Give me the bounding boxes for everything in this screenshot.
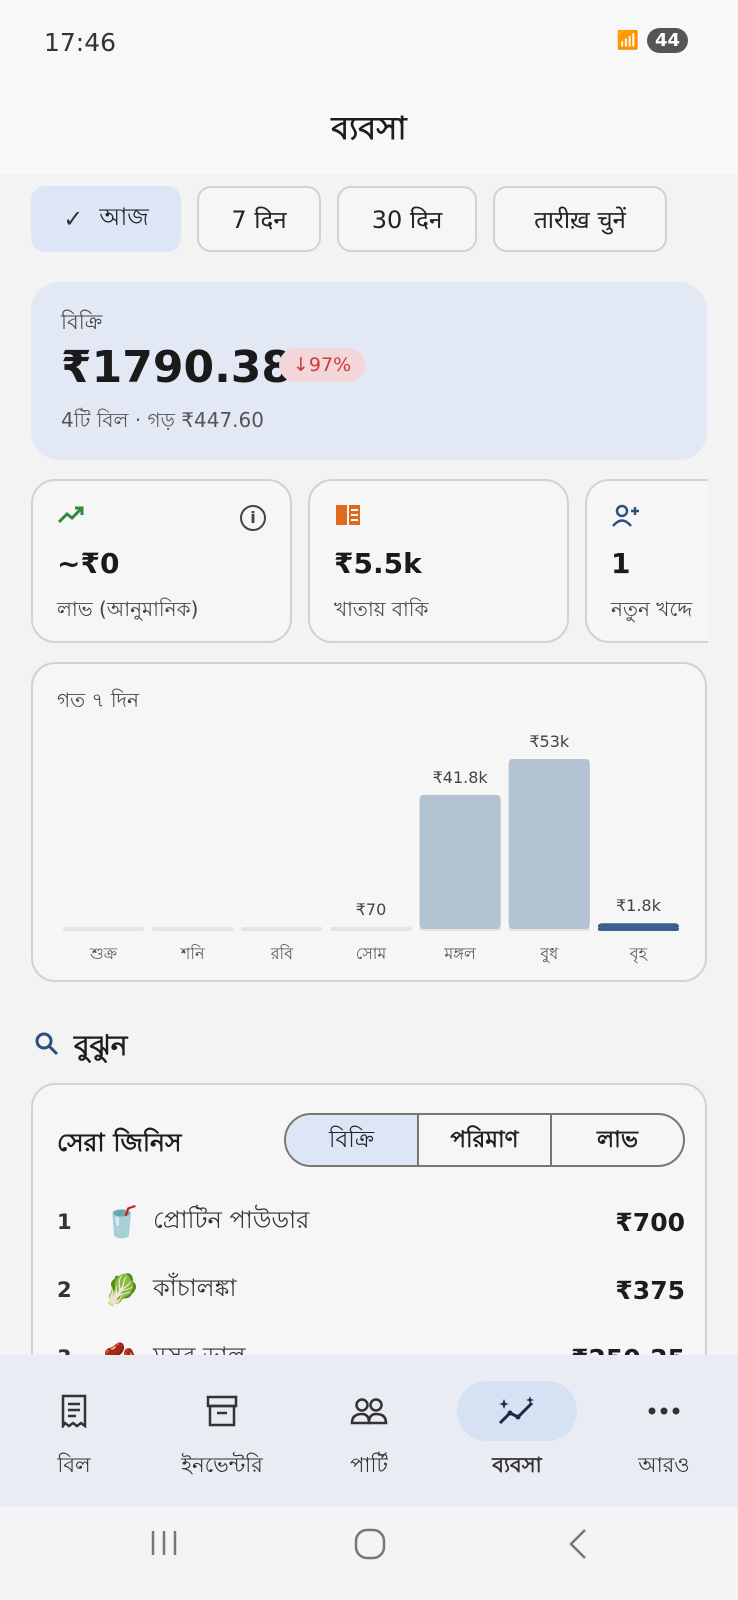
metric-card-profit[interactable]: i ~₹0 লাভ (আনুমানিক) [31, 479, 292, 643]
chart-bar[interactable] [419, 794, 501, 929]
weekly-sales-chart-card[interactable]: গত ৭ দিন শুক্র শনি রবি ₹70 সোম ₹41.8k মঙ্গল ₹53… [31, 662, 707, 982]
nav-item-business[interactable]: ব্যবসা [443, 1355, 591, 1507]
wifi-signal-icon: 📶 [616, 30, 639, 51]
metric-card-ledger-due[interactable]: ₹5.5k খাতায় বাকি [308, 479, 569, 643]
top-items-segment: বিক্রি পরিমাণ লাভ [284, 1113, 685, 1167]
metric-value: 1 [611, 547, 631, 580]
list-item[interactable]: 1 🥤 প্রোটিন পাউডার ₹700 [57, 1192, 685, 1252]
ledger-book-icon [334, 503, 362, 533]
more-dots-icon [604, 1381, 724, 1441]
filter-chip-label: আজ [99, 203, 149, 231]
filter-chip-today[interactable]: ✓ আজ [31, 186, 181, 252]
chart-data-label: ₹1.8k [616, 896, 662, 915]
sales-label: বিক্রি [61, 310, 103, 334]
list-item[interactable]: 2 🥬 কাঁচালঙ্কা ₹375 [57, 1260, 685, 1320]
metric-label: নতুন খদ্দে [611, 597, 693, 621]
segment-profit[interactable]: লাভ [552, 1115, 683, 1165]
search-icon [34, 1031, 60, 1064]
sales-summary-card[interactable]: বিক্রি ₹1790.38 ↓97% 4টি বিল · গড় ₹447.… [31, 282, 707, 460]
item-rank: 2 [57, 1278, 72, 1302]
sales-amount: ₹1790.38 [61, 342, 293, 393]
chart-baseline-0 [63, 927, 145, 931]
metric-label: লাভ (আনুমানিক) [57, 597, 199, 621]
page-title: ব্যবসা [331, 109, 407, 147]
status-icons: 📶 44 [617, 28, 688, 53]
chart-category-label: বুধ [539, 944, 559, 963]
chart-data-label: ₹53k [529, 732, 570, 751]
weekly-sales-chart: শুক্র শনি রবি ₹70 সোম ₹41.8k মঙ্গল ₹53k বুধ ₹1.8k… [63, 732, 679, 964]
item-rank: 1 [57, 1210, 72, 1234]
chart-category-label: রবি [270, 944, 294, 963]
trending-up-icon [57, 503, 85, 531]
segment-quantity[interactable]: পরিমাণ [419, 1115, 552, 1165]
item-name: কাঁচালঙ্কা [153, 1274, 237, 1302]
item-amount: ₹375 [615, 1275, 685, 1305]
chart-category-label: মঙ্গল [443, 944, 476, 963]
nav-label: আরও [638, 1453, 690, 1477]
filter-chip-label: 30 दिन [371, 205, 443, 234]
chart-baseline-2 [241, 927, 323, 931]
nav-label: ইনভেন্টরি [181, 1453, 263, 1477]
bottom-navigation: বিল ইনভেন্টরি পার্টি ব্যবসা আরও [0, 1355, 738, 1507]
info-icon[interactable]: i [240, 505, 266, 531]
people-icon [309, 1381, 429, 1441]
system-navigation-bar [0, 1507, 738, 1600]
metric-value: ₹5.5k [334, 547, 422, 580]
chart-baseline-1 [152, 927, 234, 931]
metrics-carousel[interactable]: i ~₹0 লাভ (আনুমানিক) ₹5.5k খাতায় বাকি 1… [31, 479, 708, 643]
chart-data-label: ₹41.8k [433, 768, 489, 787]
analytics-icon [457, 1381, 577, 1441]
filter-chip-7-days[interactable]: 7 दिन [197, 186, 321, 252]
check-icon: ✓ [63, 205, 84, 233]
item-name: প্রোটিন পাউডার [153, 1206, 310, 1234]
metric-value: ~₹0 [57, 547, 120, 580]
insights-title: বুঝুন [74, 1029, 128, 1062]
home-icon[interactable] [353, 1527, 387, 1570]
nav-label: ব্যবসা [492, 1453, 542, 1477]
receipt-icon [14, 1381, 134, 1441]
chart-category-label: বৃহ [629, 944, 649, 964]
nav-item-more[interactable]: আরও [590, 1355, 738, 1507]
add-person-icon [611, 503, 641, 535]
app-bar: ব্যবসা [0, 86, 738, 174]
chart-bar[interactable] [597, 923, 679, 929]
filter-chip-30-days[interactable]: 30 दिन [337, 186, 477, 252]
chart-category-label: শনি [180, 944, 205, 963]
date-filter-chips: ✓ আজ 7 दिन 30 दिन तारीख़ चुनें [31, 186, 667, 252]
chart-bar[interactable] [508, 759, 590, 929]
chart-category-label: সোম [356, 944, 388, 963]
back-icon[interactable] [565, 1527, 589, 1570]
nav-item-inventory[interactable]: ইনভেন্টরি [148, 1355, 296, 1507]
item-emoji: 🥬 [103, 1272, 141, 1308]
battery-badge: 44 [646, 28, 688, 53]
insights-header: বুঝুন [34, 1024, 128, 1071]
top-items-title: সেরা জিনিস [57, 1128, 182, 1157]
metric-card-new-customers[interactable]: 1 নতুন খদ্দে [585, 479, 708, 643]
chart-baseline-3 [330, 927, 412, 931]
status-bar: 17:46 📶 44 [0, 0, 738, 86]
status-time: 17:46 [44, 28, 117, 57]
nav-item-parties[interactable]: পার্টি [295, 1355, 443, 1507]
archive-box-icon [162, 1381, 282, 1441]
nav-item-bills[interactable]: বিল [0, 1355, 148, 1507]
recent-apps-icon[interactable] [148, 1527, 180, 1568]
item-amount: ₹700 [615, 1207, 685, 1237]
sales-subtitle: 4টি বিল · গড় ₹447.60 [61, 408, 264, 432]
chart-category-label: শুক্র [89, 944, 118, 963]
metric-label: খাতায় বাকি [334, 597, 429, 621]
item-emoji: 🥤 [103, 1204, 141, 1240]
filter-chip-pick-date[interactable]: तारीख़ चुनें [493, 186, 667, 252]
top-items-card: সেরা জিনিস বিক্রি পরিমাণ লাভ 1 🥤 প্রোটিন… [31, 1083, 707, 1383]
sales-change-badge: ↓97% [279, 348, 366, 382]
segment-sales[interactable]: বিক্রি [286, 1115, 419, 1165]
nav-label: বিল [57, 1453, 91, 1477]
nav-label: পার্টি [350, 1453, 388, 1477]
chart-data-label: ₹70 [356, 900, 387, 919]
filter-chip-label: 7 दिन [231, 205, 287, 234]
filter-chip-label: तारीख़ चुनें [534, 205, 626, 234]
